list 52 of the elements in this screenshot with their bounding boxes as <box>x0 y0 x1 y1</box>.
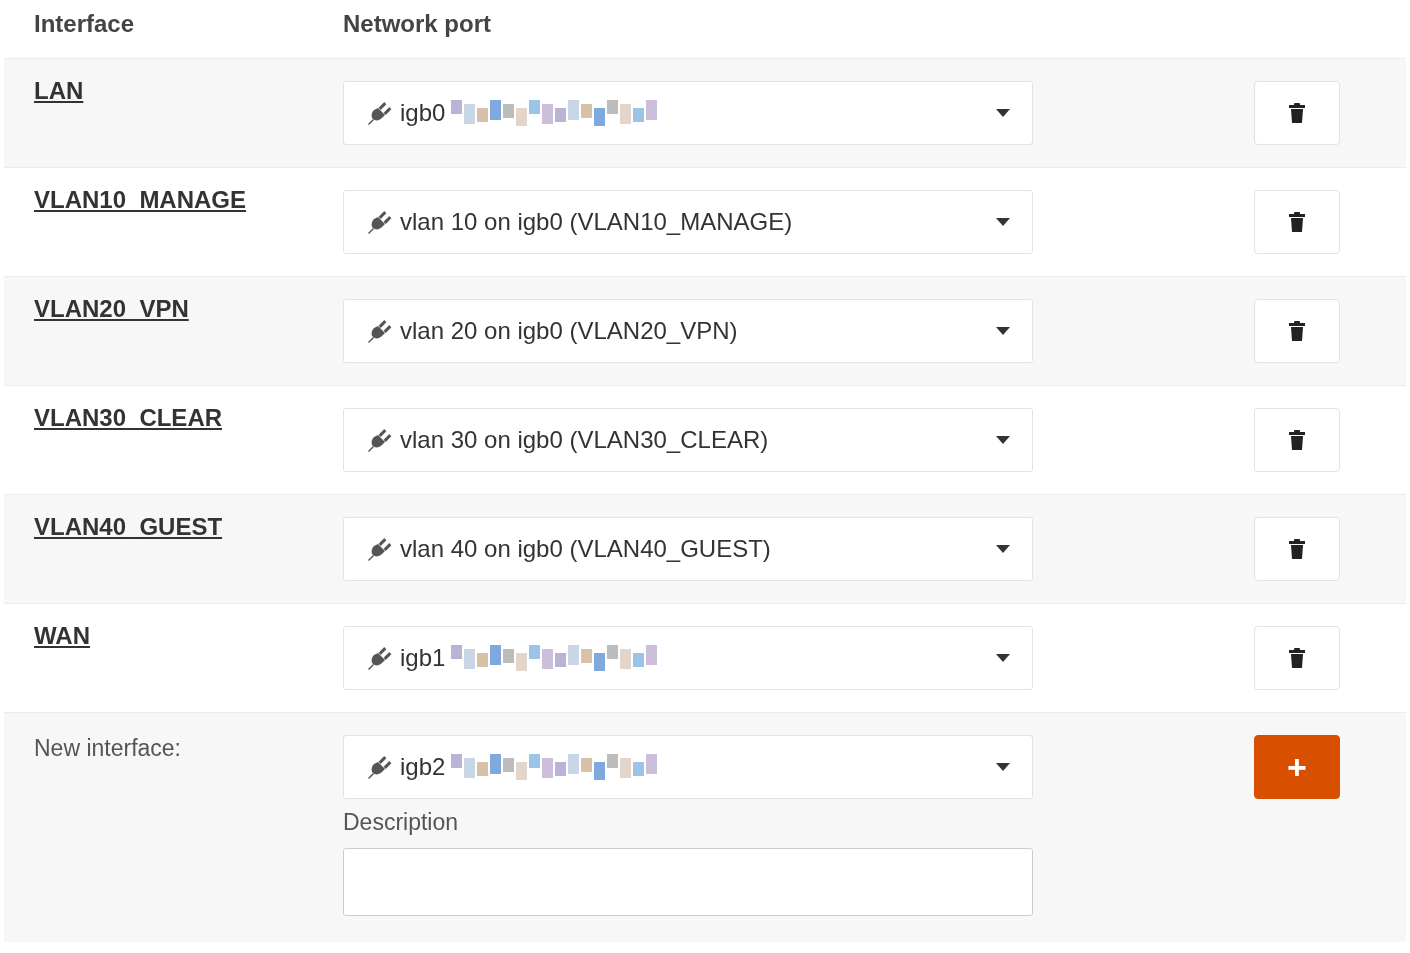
interface-link[interactable]: VLAN40_GUEST <box>34 513 223 541</box>
caret-icon <box>996 109 1010 117</box>
trash-icon <box>1288 539 1306 559</box>
trash-icon <box>1288 648 1306 668</box>
delete-button[interactable] <box>1254 190 1340 254</box>
interface-link[interactable]: LAN <box>34 77 84 105</box>
port-select[interactable]: vlan 30 on igb0 (VLAN30_CLEAR) <box>343 408 1033 472</box>
trash-icon <box>1288 103 1306 123</box>
port-value: vlan 30 on igb0 (VLAN30_CLEAR) <box>400 426 769 454</box>
plug-icon <box>366 208 394 236</box>
interface-link[interactable]: VLAN30_CLEAR <box>34 404 223 432</box>
port-value: igb0 <box>400 99 446 127</box>
trash-icon <box>1288 212 1306 232</box>
delete-button[interactable] <box>1254 626 1340 690</box>
port-value: vlan 20 on igb0 (VLAN20_VPN) <box>400 317 738 345</box>
description-label: Description <box>343 809 460 836</box>
delete-button[interactable] <box>1254 299 1340 363</box>
port-value: igb1 <box>400 644 446 672</box>
port-select[interactable]: igb2 <box>343 735 1033 799</box>
interface-link[interactable]: VLAN10_MANAGE <box>34 186 247 214</box>
plug-icon <box>366 99 394 127</box>
port-select[interactable]: igb0 <box>343 81 1033 145</box>
caret-icon <box>996 327 1010 335</box>
interface-link[interactable]: VLAN20_VPN <box>34 295 189 323</box>
plug-icon <box>366 753 394 781</box>
port-select[interactable]: vlan 10 on igb0 (VLAN10_MANAGE) <box>343 190 1033 254</box>
delete-button[interactable] <box>1254 517 1340 581</box>
plug-icon <box>366 535 394 563</box>
caret-icon <box>996 436 1010 444</box>
trash-icon <box>1288 321 1306 341</box>
caret-icon <box>996 545 1010 553</box>
port-value: vlan 40 on igb0 (VLAN40_GUEST) <box>400 535 771 563</box>
delete-button[interactable] <box>1254 408 1340 472</box>
port-select[interactable]: vlan 40 on igb0 (VLAN40_GUEST) <box>343 517 1033 581</box>
interface-link[interactable]: WAN <box>34 622 90 650</box>
plug-icon <box>366 426 394 454</box>
delete-button[interactable] <box>1254 81 1340 145</box>
caret-icon <box>996 654 1010 662</box>
column-header: Network port <box>343 10 492 38</box>
add-button[interactable]: + <box>1254 735 1340 799</box>
port-select[interactable]: vlan 20 on igb0 (VLAN20_VPN) <box>343 299 1033 363</box>
trash-icon <box>1288 430 1306 450</box>
plug-icon <box>366 317 394 345</box>
plug-icon <box>366 644 394 672</box>
column-header: Interface <box>34 10 136 38</box>
caret-icon <box>996 763 1010 771</box>
caret-icon <box>996 218 1010 226</box>
port-value: vlan 10 on igb0 (VLAN10_MANAGE) <box>400 208 793 236</box>
port-select[interactable]: igb1 <box>343 626 1033 690</box>
port-value: igb2 <box>400 753 446 781</box>
description-field[interactable] <box>343 848 1033 916</box>
new-interface-label: New interface: <box>34 735 181 761</box>
